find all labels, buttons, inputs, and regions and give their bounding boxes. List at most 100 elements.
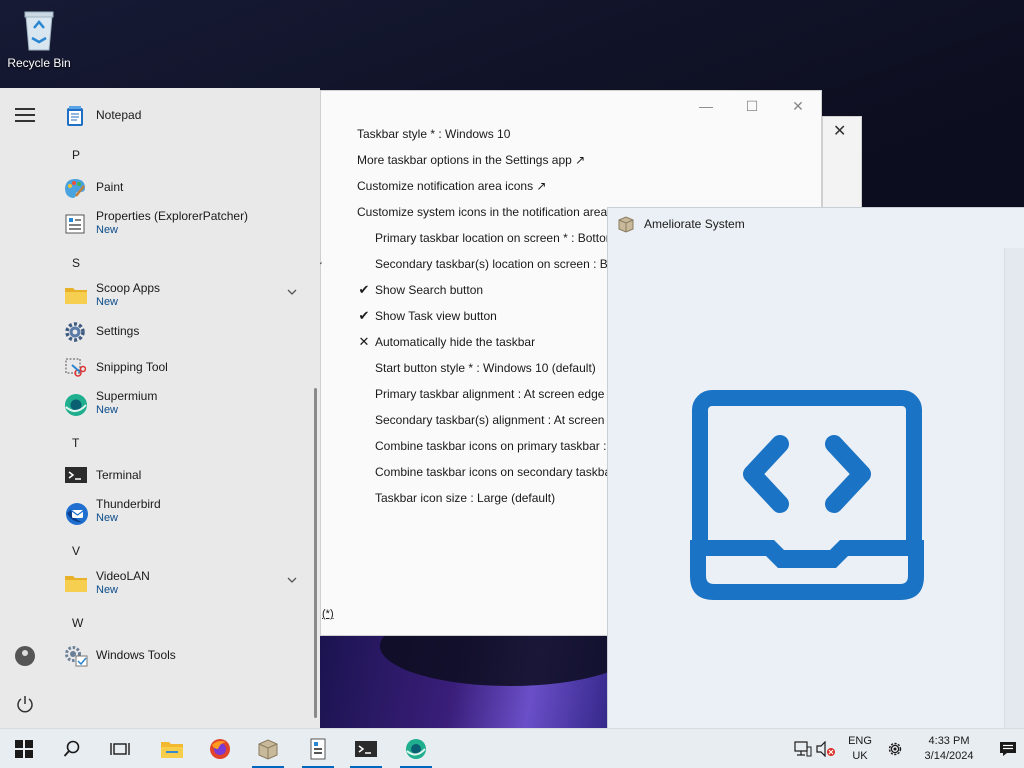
- close-icon[interactable]: ✕: [833, 121, 846, 141]
- start-app-properties-explorerpatcher[interactable]: Properties (ExplorerPatcher) New: [60, 206, 310, 242]
- app-name: Thunderbird: [96, 497, 161, 511]
- checkmark-icon: ✔: [358, 308, 370, 323]
- cross-icon: ✕: [358, 334, 370, 349]
- region-code: UK: [852, 750, 868, 762]
- start-app-snipping-tool[interactable]: Snipping Tool: [60, 350, 310, 386]
- taskbar-option-label: Start button style * : Windows 10 (defau…: [375, 361, 596, 375]
- app-name: VideoLAN: [96, 569, 150, 583]
- start-app-windows-tools[interactable]: Windows Tools: [60, 638, 310, 674]
- start-app-scoop-apps[interactable]: Scoop Apps New: [60, 278, 310, 314]
- taskbar-firefox[interactable]: [196, 729, 244, 768]
- taskbar-option-label: Show Search button: [375, 283, 484, 297]
- properties-icon: [310, 738, 326, 760]
- taskbar-terminal[interactable]: [342, 729, 390, 768]
- maximize-button[interactable]: ☐: [729, 91, 775, 121]
- clock[interactable]: 4:33 PM 3/14/2024: [914, 734, 984, 764]
- taskbar-option-label: Taskbar icon size : Large (default): [375, 491, 556, 505]
- taskbar-option[interactable]: Taskbar style * : Windows 10: [357, 121, 725, 147]
- app-list-scrollbar[interactable]: [314, 388, 317, 718]
- menu-icon[interactable]: [15, 108, 35, 122]
- recycle-bin-icon: [22, 8, 56, 52]
- start-app-terminal[interactable]: Terminal: [60, 458, 310, 494]
- gear-icon[interactable]: [878, 729, 912, 768]
- app-name: Scoop Apps: [96, 281, 161, 295]
- new-badge: New: [96, 584, 119, 596]
- taskbar-properties[interactable]: [294, 729, 342, 768]
- checkmark-icon: ✔: [358, 282, 370, 297]
- wallpaper-wave: [320, 606, 640, 728]
- new-badge: New: [96, 512, 119, 524]
- start-app-settings[interactable]: Settings: [60, 314, 310, 350]
- start-app-paint[interactable]: Paint: [60, 170, 310, 206]
- app-name: Supermium: [96, 389, 158, 403]
- app-name: Properties (ExplorerPatcher): [96, 209, 249, 223]
- section-letter[interactable]: W: [72, 616, 83, 630]
- ameliorate-app-icon: [616, 214, 636, 234]
- taskbar-option-label: Show Task view button: [375, 309, 497, 323]
- notification-center-icon[interactable]: [990, 729, 1024, 768]
- section-letter[interactable]: S: [72, 256, 80, 270]
- supermium-icon: [406, 739, 426, 759]
- new-badge: New: [96, 224, 119, 236]
- taskbar-option-label: More taskbar options in the Settings app…: [357, 153, 586, 167]
- power-icon[interactable]: [14, 693, 36, 715]
- side-panel: [1004, 248, 1024, 728]
- network-icon[interactable]: [792, 729, 814, 768]
- taskbar-supermium[interactable]: [392, 729, 440, 768]
- start-app-thunderbird[interactable]: Thunderbird New: [60, 494, 310, 530]
- task-view-icon: [110, 743, 130, 755]
- ameliorate-package-icon: [258, 739, 278, 760]
- user-avatar[interactable]: [15, 646, 35, 666]
- taskbar: ENG UK 4:33 PM 3/14/2024: [0, 728, 1024, 768]
- thunderbird-icon: [64, 501, 88, 525]
- background-window[interactable]: ✕: [822, 116, 862, 208]
- input-language-indicator[interactable]: ENG UK: [842, 734, 878, 764]
- clock-time: 4:33 PM: [928, 735, 970, 747]
- section-letter[interactable]: V: [72, 544, 80, 558]
- section-letter[interactable]: T: [72, 436, 79, 450]
- close-button[interactable]: ✕: [775, 91, 821, 121]
- gear-icon: [64, 321, 86, 343]
- window-title: Ameliorate System: [644, 217, 745, 231]
- start-app-videolan[interactable]: VideoLAN New: [60, 566, 310, 602]
- notepad-icon: [64, 105, 86, 127]
- app-name: Terminal: [96, 468, 142, 482]
- ameliorate-system-window: Ameliorate System: [607, 207, 1024, 728]
- new-badge: New: [96, 404, 119, 416]
- app-name: Notepad: [96, 108, 142, 122]
- search-icon: [63, 740, 80, 757]
- recycle-bin-label: Recycle Bin: [7, 56, 71, 70]
- chevron-down-icon[interactable]: [286, 574, 298, 586]
- taskbar-option[interactable]: Customize notification area icons ↗: [357, 173, 725, 199]
- recycle-bin-desktop-icon[interactable]: Recycle Bin: [6, 8, 72, 70]
- taskbar-ameliorate[interactable]: [244, 729, 292, 768]
- taskbar-option-label: Automatically hide the taskbar: [375, 335, 536, 349]
- minimize-button[interactable]: —: [683, 91, 729, 121]
- volume-muted-icon[interactable]: [814, 729, 838, 768]
- clock-date: 3/14/2024: [924, 750, 974, 762]
- supermium-icon: [64, 393, 87, 416]
- ameliorate-logo-icon: [682, 388, 932, 611]
- file-explorer-icon: [161, 742, 183, 758]
- start-menu-rail: [0, 88, 50, 728]
- start-button[interactable]: [0, 729, 48, 768]
- properties-icon: [64, 213, 86, 235]
- required-restart-link[interactable]: (*): [322, 608, 334, 620]
- taskbar-file-explorer[interactable]: [148, 729, 196, 768]
- snipping-tool-icon: [64, 357, 87, 379]
- search-button[interactable]: [48, 729, 96, 768]
- new-badge: New: [96, 296, 119, 308]
- system-tray: ENG UK 4:33 PM 3/14/2024: [792, 729, 1024, 768]
- app-name: Windows Tools: [96, 648, 176, 662]
- start-menu: P S T V W Notepad Paint Properties (ExplorerPat…: [0, 88, 320, 728]
- firefox-icon: [210, 739, 230, 759]
- windows-logo-icon: [15, 740, 33, 758]
- taskbar-option-label: Secondary taskbar(s) location on screen …: [375, 257, 638, 271]
- taskbar-option[interactable]: More taskbar options in the Settings app…: [357, 147, 725, 173]
- chevron-down-icon[interactable]: [286, 286, 298, 298]
- language-code: ENG: [848, 735, 872, 747]
- section-letter[interactable]: P: [72, 148, 80, 162]
- task-view-button[interactable]: [96, 729, 144, 768]
- start-app-supermium[interactable]: Supermium New: [60, 386, 310, 422]
- start-app-notepad[interactable]: Notepad: [60, 98, 310, 134]
